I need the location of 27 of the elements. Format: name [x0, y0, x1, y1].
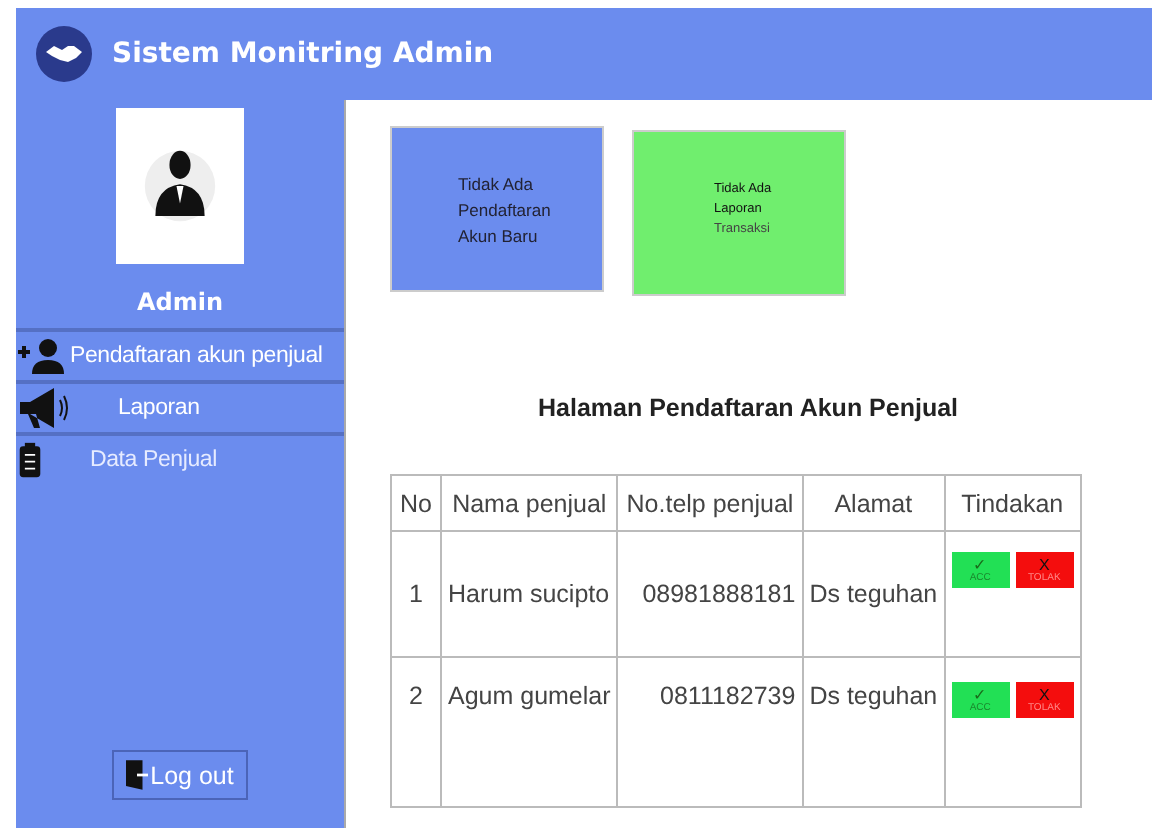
column-header: Nama penjual: [440, 475, 618, 531]
nav-item[interactable]: Laporan: [16, 380, 344, 432]
table-cell: Ds teguhan: [802, 531, 945, 657]
card-text: Akun Baru: [458, 224, 540, 250]
column-header: Tindakan: [944, 475, 1081, 531]
add-user-icon: [18, 338, 66, 374]
table-cell: Agum gumelar: [440, 657, 618, 807]
door-exit-icon: [126, 760, 149, 790]
nav-item[interactable]: Data Penjual: [16, 432, 344, 484]
nav-item[interactable]: Pendaftaran akun penjual: [16, 328, 344, 380]
logout-button[interactable]: Log out: [112, 750, 248, 800]
app-title: Sistem Monitring Admin: [112, 38, 494, 70]
card-text: Tidak Ada: [458, 172, 535, 198]
megaphone-icon: [18, 386, 70, 430]
column-header: No.telp penjual: [617, 475, 803, 531]
page-heading: Halaman Pendaftaran Akun Penjual: [538, 394, 961, 422]
table-cell: Harum sucipto: [440, 531, 618, 657]
clipboard-icon: [18, 440, 42, 480]
table-cell: 08981888181: [617, 531, 803, 657]
card-text: Pendaftaran: [458, 198, 553, 224]
table-cell: 1: [391, 531, 441, 657]
table-cell: 0811182739: [617, 657, 803, 807]
column-header: Alamat: [802, 475, 945, 531]
user-name: Admin: [134, 288, 226, 316]
table-cell: 2: [391, 657, 441, 807]
table-cell: Ds teguhan: [802, 657, 945, 807]
column-header: No: [391, 475, 441, 531]
